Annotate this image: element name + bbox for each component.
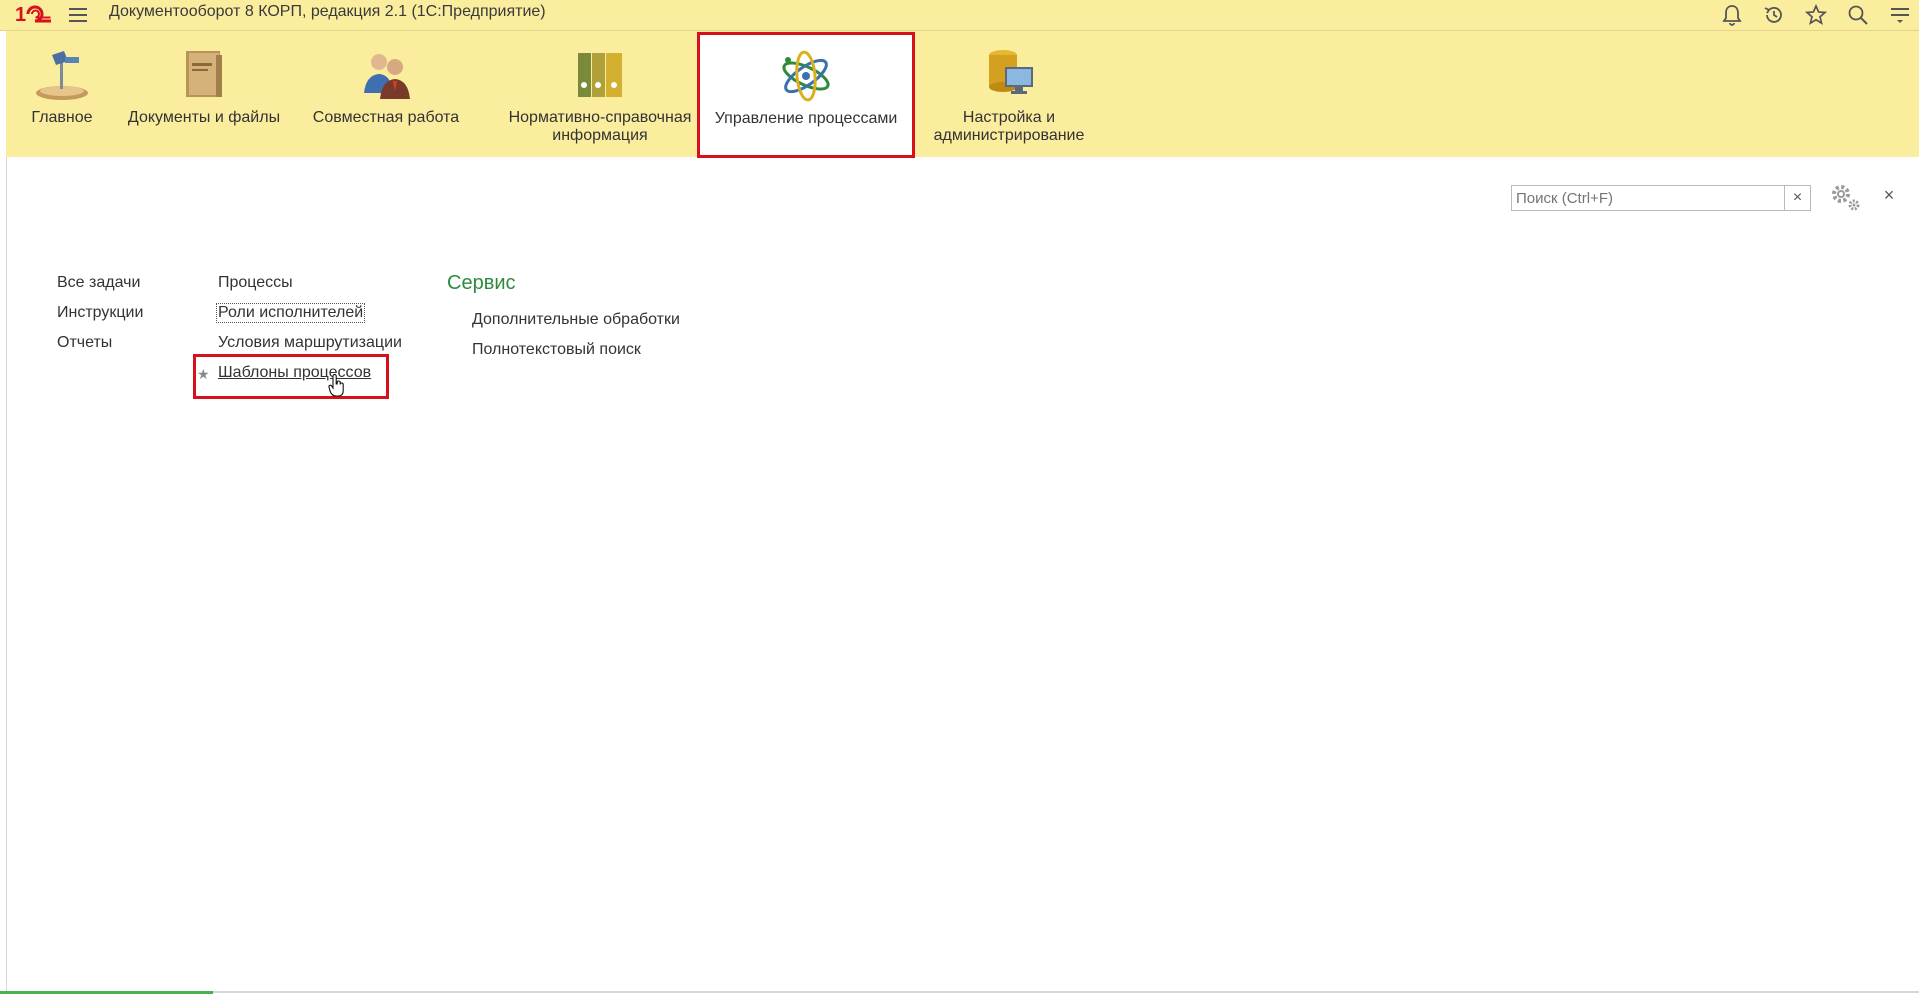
section-label: Главное bbox=[31, 109, 93, 126]
desk-lamp-icon bbox=[36, 51, 88, 100]
command-routing-conditions[interactable]: Условия маршрутизации bbox=[218, 334, 402, 352]
svg-text:1: 1 bbox=[15, 4, 26, 25]
section-main[interactable]: Главное bbox=[16, 31, 108, 157]
section-label: Документы и файлы bbox=[127, 109, 281, 126]
section-label: Совместная работа bbox=[312, 109, 460, 126]
command-fulltext-search[interactable]: Полнотекстовый поиск bbox=[472, 341, 641, 359]
section-collaboration[interactable]: Совместная работа bbox=[302, 31, 470, 157]
highlight-box bbox=[193, 354, 389, 399]
hamburger-menu-icon[interactable] bbox=[66, 5, 90, 25]
title-bar: 1 Документооборот 8 КОРП, редакция 2.1 (… bbox=[0, 0, 1919, 31]
hand-cursor-icon bbox=[328, 374, 344, 397]
section-label: Настройка и администрирование bbox=[933, 109, 1085, 144]
service-group-title: Сервис bbox=[447, 272, 516, 294]
progress-indicator bbox=[0, 991, 213, 994]
command-reports[interactable]: Отчеты bbox=[57, 334, 112, 352]
section-documents[interactable]: Документы и файлы bbox=[118, 31, 290, 157]
search-input[interactable] bbox=[1511, 185, 1785, 211]
section-label: Нормативно-справочная информация bbox=[508, 109, 692, 144]
people-icon bbox=[364, 54, 410, 99]
command-all-tasks[interactable]: Все задачи bbox=[57, 274, 140, 292]
section-process-management[interactable]: Управление процессами bbox=[697, 32, 915, 158]
section-label: Управление процессами bbox=[714, 110, 898, 127]
search-icon[interactable] bbox=[1846, 3, 1870, 27]
database-computer-icon bbox=[989, 50, 1033, 94]
command-processes[interactable]: Процессы bbox=[218, 274, 293, 292]
binders-icon bbox=[578, 53, 622, 97]
content-left-border bbox=[6, 157, 7, 991]
star-favorites-icon[interactable] bbox=[1804, 3, 1828, 27]
command-performer-roles[interactable]: Роли исполнителей bbox=[216, 303, 366, 323]
section-settings-admin[interactable]: Настройка и администрирование bbox=[926, 31, 1092, 157]
section-reference-info[interactable]: Нормативно-справочная информация bbox=[488, 31, 712, 157]
app-title: Документооборот 8 КОРП, редакция 2.1 (1С… bbox=[109, 3, 546, 20]
command-additional-processing[interactable]: Дополнительные обработки bbox=[472, 311, 680, 329]
search-clear-button[interactable]: × bbox=[1785, 185, 1811, 211]
history-icon[interactable] bbox=[1762, 3, 1786, 27]
status-line bbox=[0, 991, 1919, 993]
atom-icon bbox=[782, 50, 830, 102]
gear-settings-icon[interactable] bbox=[1828, 181, 1862, 213]
document-box-icon bbox=[186, 51, 222, 97]
close-icon[interactable]: × bbox=[1880, 186, 1898, 204]
command-instructions[interactable]: Инструкции bbox=[57, 304, 143, 322]
main-menu-icon[interactable] bbox=[1888, 3, 1912, 27]
1c-logo: 1 bbox=[15, 4, 51, 25]
sections-panel: Главное Документы и файлы Совместная раб… bbox=[6, 31, 1919, 158]
bell-icon[interactable] bbox=[1720, 3, 1744, 27]
